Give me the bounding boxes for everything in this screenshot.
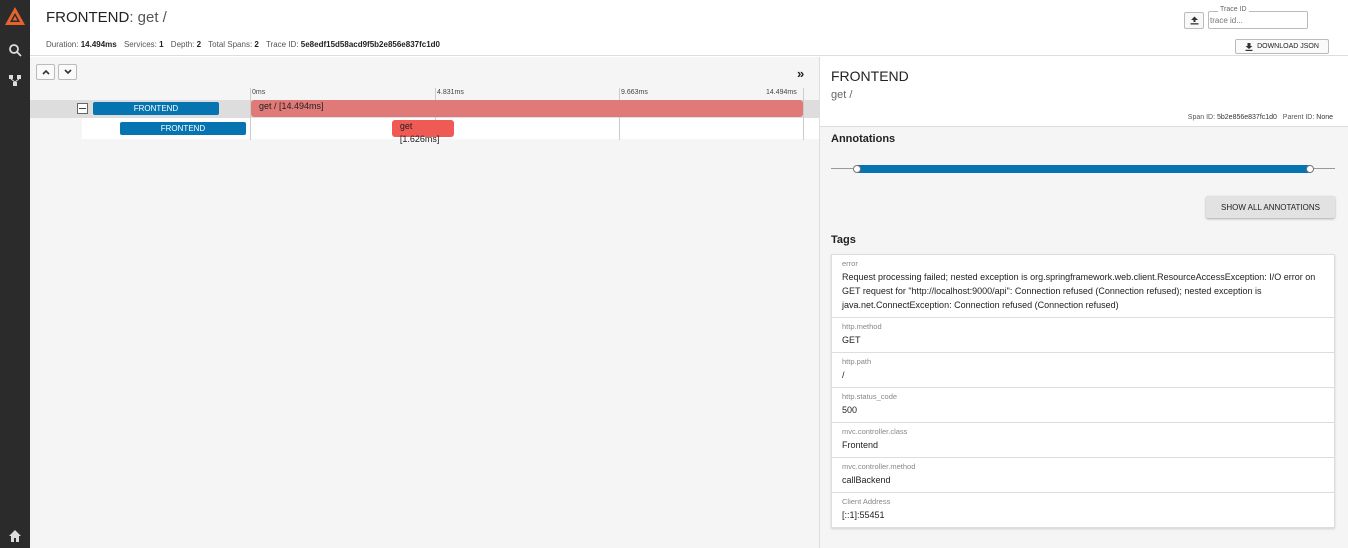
show-all-annotations-button[interactable]: SHOW ALL ANNOTATIONS xyxy=(1206,196,1335,218)
search-icon[interactable] xyxy=(8,43,22,57)
span-id-value: 5b2e856e837fc1d0 xyxy=(1217,114,1277,121)
parent-id-value: None xyxy=(1316,114,1333,121)
stat-traceid-value: 5e8edf15d58acd9f5b2e856e837fc1d0 xyxy=(300,40,440,49)
home-icon[interactable] xyxy=(8,529,22,543)
main: FRONTEND: get / Duration: 14.494ms Servi… xyxy=(30,0,1348,548)
span-bar-child[interactable]: get [1.626ms] xyxy=(391,120,454,144)
span-id-label: Span ID: xyxy=(1187,114,1216,121)
stat-duration-value: 14.494ms xyxy=(80,40,117,49)
span-detail-panel: FRONTEND get / Span ID: 5b2e856e837fc1d0… xyxy=(819,57,1348,548)
span-service-badge[interactable]: FRONTEND xyxy=(120,122,246,135)
tags-list: error Request processing failed; nested … xyxy=(831,254,1335,528)
stat-traceid-label: Trace ID: xyxy=(265,40,299,49)
stat-depth-value: 2 xyxy=(196,40,202,49)
tick-line xyxy=(803,88,804,140)
stat-services-value: 1 xyxy=(159,40,164,49)
detail-service-name: FRONTEND xyxy=(831,68,909,84)
annotation-slider-thumb-end[interactable] xyxy=(1306,165,1314,173)
trace-operation-name: : get / xyxy=(129,9,167,26)
stat-services-label: Services: xyxy=(123,40,157,49)
tag-key: error xyxy=(842,259,858,268)
collapse-span-toggle[interactable] xyxy=(77,103,88,114)
tags-title: Tags xyxy=(831,234,856,246)
expand-panel-icon[interactable]: » xyxy=(797,66,804,81)
annotation-slider-range[interactable] xyxy=(857,165,1311,173)
download-json-label: DOWNLOAD JSON xyxy=(1257,43,1319,50)
tag-value: [::1]:55451 xyxy=(842,510,885,520)
tag-key: Client Address xyxy=(842,497,891,506)
tick-label: 14.494ms xyxy=(766,89,797,96)
tag-item: http.method GET xyxy=(832,318,1334,353)
chevron-up-icon xyxy=(41,69,50,75)
page-title: FRONTEND: get / xyxy=(46,9,167,26)
trace-id-label: Trace ID xyxy=(1218,6,1249,13)
tick-label: 9.663ms xyxy=(621,89,648,96)
download-json-button[interactable]: DOWNLOAD JSON xyxy=(1235,39,1329,54)
stat-spans-label: Total Spans: xyxy=(208,40,253,49)
stat-depth-label: Depth: xyxy=(170,40,195,49)
tag-item: http.status_code 500 xyxy=(832,388,1334,423)
sidebar xyxy=(0,0,30,548)
upload-button[interactable] xyxy=(1184,12,1204,29)
expand-all-button[interactable] xyxy=(58,64,77,80)
trace-header: FRONTEND: get / Duration: 14.494ms Servi… xyxy=(30,0,1348,56)
stat-duration-label: Duration: xyxy=(46,40,79,49)
zipkin-logo-icon[interactable] xyxy=(4,6,26,28)
tag-item: http.path / xyxy=(832,353,1334,388)
tag-key: http.path xyxy=(842,357,872,366)
annotations-title: Annotations xyxy=(831,133,896,145)
tag-value: GET xyxy=(842,335,861,345)
stat-spans-value: 2 xyxy=(254,40,259,49)
trace-id-input[interactable] xyxy=(1210,13,1304,27)
span-detail-header: FRONTEND get / Span ID: 5b2e856e837fc1d0… xyxy=(820,57,1348,127)
upload-icon xyxy=(1190,16,1198,25)
detail-operation-name: get / xyxy=(831,89,853,101)
span-ids: Span ID: 5b2e856e837fc1d0 Parent ID: Non… xyxy=(1188,114,1333,121)
tag-item: error Request processing failed; nested … xyxy=(832,255,1334,318)
trace-stats: Duration: 14.494ms Services: 1 Depth: 2 … xyxy=(46,40,445,49)
annotation-slider-thumb-start[interactable] xyxy=(853,165,861,173)
download-icon xyxy=(1245,42,1253,51)
span-bar-root[interactable]: get / [14.494ms] xyxy=(251,100,803,117)
tag-item: Client Address [::1]:55451 xyxy=(832,493,1334,527)
tag-key: mvc.controller.method xyxy=(842,462,916,471)
collapse-all-button[interactable] xyxy=(36,64,55,80)
tag-value: / xyxy=(842,370,845,380)
tick-label: 0ms xyxy=(252,89,266,96)
tag-key: http.status_code xyxy=(842,392,898,401)
tag-key: mvc.controller.class xyxy=(842,427,908,436)
dependencies-icon[interactable] xyxy=(8,73,22,87)
tag-value: 500 xyxy=(842,405,858,415)
tag-value: Request processing failed; nested except… xyxy=(842,272,1316,310)
span-service-badge[interactable]: FRONTEND xyxy=(93,102,219,115)
tag-item: mvc.controller.class Frontend xyxy=(832,423,1334,458)
parent-id-label: Parent ID: xyxy=(1282,114,1315,121)
tag-value: Frontend xyxy=(842,440,879,450)
trace-service-name: FRONTEND xyxy=(46,9,130,26)
tick-label: 4.831ms xyxy=(437,89,464,96)
chevron-down-icon xyxy=(63,69,72,75)
tag-item: mvc.controller.method callBackend xyxy=(832,458,1334,493)
tag-key: http.method xyxy=(842,322,882,331)
tag-value: callBackend xyxy=(842,475,891,485)
